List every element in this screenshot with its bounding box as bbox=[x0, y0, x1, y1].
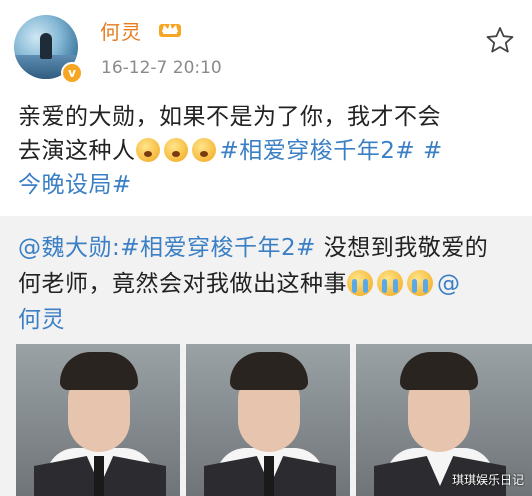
verified-v-icon: v bbox=[61, 62, 83, 84]
topic-link[interactable]: #相爱穿梭千年2# bbox=[220, 138, 416, 164]
post-header: v 何灵 16-12-7 20:10 bbox=[0, 0, 532, 90]
username[interactable]: 何灵 bbox=[100, 16, 142, 45]
repost-line-1: @魏大勋:#相爱穿梭千年2# 没想到我敬爱的 bbox=[18, 230, 523, 266]
crown-icon bbox=[159, 23, 181, 37]
repost-line-3: 何灵 bbox=[18, 302, 523, 338]
mention-link-2-end[interactable]: 何灵 bbox=[18, 307, 65, 333]
mention-link[interactable]: @魏大勋: bbox=[18, 235, 120, 261]
crying-face-emoji-icon bbox=[407, 270, 433, 296]
photo-hair bbox=[230, 352, 308, 390]
post-line-2: 去演这种人 #相爱穿梭千年2# # bbox=[18, 134, 518, 168]
watermark: 琪琪娱乐日记 bbox=[451, 473, 524, 487]
fearful-face-emoji-icon bbox=[135, 138, 160, 162]
star-icon[interactable] bbox=[485, 25, 515, 55]
mention-link-2-start[interactable]: @ bbox=[437, 271, 461, 297]
post-line-3: 今晚设局# bbox=[18, 168, 518, 202]
repost-text-part-1: 没想到我敬爱的 bbox=[315, 235, 489, 261]
repost-card[interactable]: @魏大勋:#相爱穿梭千年2# 没想到我敬爱的 何老师，竟然会对我做出这种事 @ 何… bbox=[0, 216, 532, 496]
repost-text-part-2: 何老师，竟然会对我做出这种事 bbox=[18, 271, 347, 297]
topic-link-2-end[interactable]: 今晚设局# bbox=[18, 172, 132, 198]
post-line-2-text: 去演这种人 bbox=[18, 138, 136, 164]
photo-tie bbox=[94, 456, 104, 496]
crying-face-emoji-icon bbox=[347, 270, 373, 296]
crying-face-emoji-icon bbox=[377, 270, 403, 296]
repost-text: @魏大勋:#相爱穿梭千年2# 没想到我敬爱的 何老师，竟然会对我做出这种事 @ 何… bbox=[18, 230, 523, 338]
photo-thumbnail[interactable]: 琪琪娱乐日记 bbox=[356, 344, 532, 496]
repost-line-2: 何老师，竟然会对我做出这种事 @ bbox=[18, 266, 523, 302]
photo-hair bbox=[400, 352, 478, 390]
photo-thumbnail[interactable] bbox=[16, 344, 180, 496]
photo-thumbnail[interactable] bbox=[186, 344, 350, 496]
post-text: 亲爱的大勋，如果不是为了你，我才不会 去演这种人 #相爱穿梭千年2# # 今晚设局… bbox=[18, 100, 518, 202]
avatar-figure bbox=[40, 33, 52, 59]
post-line-1: 亲爱的大勋，如果不是为了你，我才不会 bbox=[18, 104, 441, 130]
repost-topic-link[interactable]: #相爱穿梭千年2# bbox=[120, 235, 316, 261]
fearful-face-emoji-icon bbox=[191, 138, 216, 162]
topic-link-2-start[interactable]: # bbox=[415, 138, 443, 164]
photo-tie bbox=[264, 456, 274, 496]
fearful-face-emoji-icon bbox=[163, 138, 188, 162]
timestamp: 16-12-7 20:10 bbox=[101, 58, 222, 78]
photo-hair bbox=[60, 352, 138, 390]
